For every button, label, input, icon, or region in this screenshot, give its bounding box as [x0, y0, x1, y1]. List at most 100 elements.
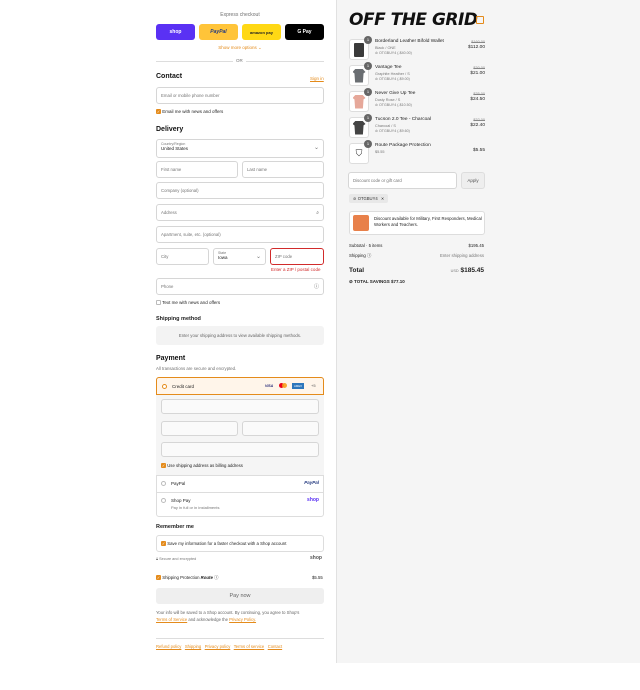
pay-now-button[interactable]: Pay now — [156, 588, 324, 604]
legal-text: Your info will be saved to a Shop accoun… — [156, 610, 300, 622]
shipping-value: Enter shipping address — [440, 253, 484, 258]
first-name-field[interactable]: First name — [156, 161, 238, 178]
original-price: $35.00 — [473, 92, 485, 96]
address-field[interactable]: Address ⌕ — [156, 204, 324, 221]
product-thumbnail: 1 — [349, 62, 372, 86]
remember-me-box: ✓ Save my information for a faster check… — [156, 535, 324, 552]
total-value: USD $185.45 — [450, 267, 484, 274]
help-icon[interactable]: ⓘ — [314, 283, 319, 290]
footer-links: Refund policy Shipping Privacy policy Te… — [156, 644, 324, 649]
shop-pay-button[interactable]: shop — [156, 24, 195, 40]
original-price: $30.00 — [473, 66, 485, 70]
apply-button[interactable]: Apply — [461, 172, 485, 189]
express-checkout-label: Express checkout — [220, 12, 260, 18]
product-price: $22.40 — [470, 123, 485, 128]
paypal-radio[interactable] — [161, 481, 166, 486]
country-select[interactable]: Country/Region United States ⌄ — [156, 139, 324, 158]
paypal-option[interactable]: PayPal PayPal — [161, 480, 319, 490]
last-name-field[interactable]: Last name — [242, 161, 324, 178]
security-code-field[interactable] — [242, 421, 319, 436]
apartment-field[interactable]: Apartment, suite, etc. (optional) — [156, 226, 324, 243]
military-discount-text: Discount available for Military, First R… — [374, 216, 482, 227]
paypal-button[interactable]: PayPal — [199, 24, 238, 40]
shop-pay-radio[interactable] — [161, 498, 166, 503]
product-variant: Graphite Heather / S — [375, 72, 410, 76]
total-label: Total — [349, 267, 365, 274]
show-more-options-link[interactable]: Show more options ⌄ — [156, 45, 324, 51]
mastercard-icon — [279, 383, 287, 389]
tag-icon: ⊘ — [349, 279, 353, 284]
credit-card-option[interactable]: Credit card VISA AMEX +5 — [156, 377, 324, 395]
phone-field[interactable]: Phone ⓘ — [156, 278, 324, 295]
shop-pay-option[interactable]: Shop Pay Pay in full or in installments … — [161, 497, 319, 513]
shipping-protection-checkbox[interactable]: ✓ Shipping Protection Route ⓘ — [156, 575, 218, 581]
product-name: Route Package Protection — [375, 143, 431, 148]
company-field[interactable]: Company (optional) — [156, 182, 324, 199]
product-price: $24.50 — [470, 97, 485, 102]
help-icon[interactable]: ⓘ — [367, 253, 371, 258]
divider — [156, 475, 324, 476]
product-price: $21.00 — [470, 71, 485, 76]
brand-logo[interactable]: OFF THE GRID — [349, 10, 478, 30]
tag-icon: ⊘ — [375, 129, 379, 133]
terms-link[interactable]: Terms of service — [234, 644, 264, 649]
expiration-date-field[interactable] — [161, 421, 238, 436]
shopping-bag-icon[interactable] — [476, 16, 484, 24]
text-news-checkbox[interactable]: Text me with news and offers — [156, 300, 220, 306]
chevron-down-icon: ⌄ — [258, 45, 262, 50]
card-number-field[interactable] — [161, 399, 319, 414]
billing-address-checkbox[interactable]: ✓ Use shipping address as billing addres… — [161, 463, 243, 469]
line-item: ⛉ 1 Route Package Protection $5.55 $5.55 — [348, 140, 485, 165]
shipping-link[interactable]: Shipping — [185, 644, 201, 649]
product-name: Borderland Leather Bifold Wallet — [375, 39, 444, 44]
info-icon: ⓘ — [214, 575, 219, 580]
tag-icon: ⊘ — [375, 51, 379, 55]
product-variant: Dusty Rose / S — [375, 98, 401, 102]
discount-code-field[interactable]: Discount code or gift card — [348, 172, 457, 189]
state-select[interactable]: State Iowa ⌄ — [213, 248, 266, 265]
product-variant: Charcoal / S — [375, 124, 396, 128]
zip-code-field[interactable]: ZIP code — [270, 248, 324, 265]
search-icon: ⌕ — [316, 209, 319, 216]
visa-icon: VISA — [265, 384, 274, 388]
military-discount-banner[interactable]: Discount available for Military, First R… — [349, 211, 485, 235]
payment-heading: Payment — [156, 355, 186, 362]
product-price: $112.00 — [468, 45, 485, 50]
close-icon[interactable]: ✕ — [381, 196, 385, 201]
google-pay-button[interactable]: G Pay — [285, 24, 324, 40]
product-discount: ⊘ OTGBUY4 (-$9.00) — [375, 77, 410, 81]
chevron-down-icon: ⌄ — [313, 145, 319, 151]
footer-divider — [156, 638, 324, 639]
line-item: 1 Never Give Up Tee Dusty Rose / S ⊘ OTG… — [348, 88, 485, 113]
line-item: 1 Tucson 2.0 Tee - Charcoal Charcoal / S… — [348, 114, 485, 139]
checkout-form-pane: Express checkout shop PayPal amazon pay … — [0, 0, 336, 663]
original-price: $160.00 — [471, 40, 485, 44]
tee-image — [352, 120, 366, 135]
privacy-policy-link[interactable]: Privacy Policy. — [229, 617, 256, 622]
amazon-pay-button[interactable]: amazon pay — [242, 24, 281, 40]
sign-in-link[interactable]: Sign in — [310, 76, 324, 81]
route-logo: Route — [200, 575, 213, 580]
privacy-link[interactable]: Privacy policy — [205, 644, 231, 649]
refund-policy-link[interactable]: Refund policy — [156, 644, 181, 649]
wallet-image — [354, 42, 364, 57]
email-news-checkbox[interactable]: ✓ Email me with news and offers — [156, 109, 223, 115]
military-badge-icon — [353, 215, 369, 231]
more-cards-label: +5 — [311, 383, 316, 388]
city-field[interactable]: City — [156, 248, 209, 265]
payment-subtitle: All transactions are secure and encrypte… — [156, 366, 237, 371]
shipping-method-note: Enter your shipping address to view avai… — [156, 326, 324, 345]
product-name: Vantage Tee — [375, 65, 402, 70]
contact-link[interactable]: Contact — [268, 644, 282, 649]
name-on-card-field[interactable] — [161, 442, 319, 457]
email-field[interactable]: Email or mobile phone number — [156, 87, 324, 104]
product-name: Never Give Up Tee — [375, 91, 416, 96]
save-info-checkbox[interactable]: ✓ Save my information for a faster check… — [161, 541, 286, 547]
terms-of-service-link[interactable]: Terms of Service — [156, 617, 187, 622]
product-discount: ⊘ OTGBUY4 (-$10.50) — [375, 103, 412, 107]
product-variant: $5.55 — [375, 150, 385, 154]
tag-icon: ⊘ — [375, 103, 379, 107]
or-label: OR — [233, 58, 246, 63]
remember-me-heading: Remember me — [156, 524, 194, 530]
credit-card-radio[interactable] — [162, 384, 167, 389]
